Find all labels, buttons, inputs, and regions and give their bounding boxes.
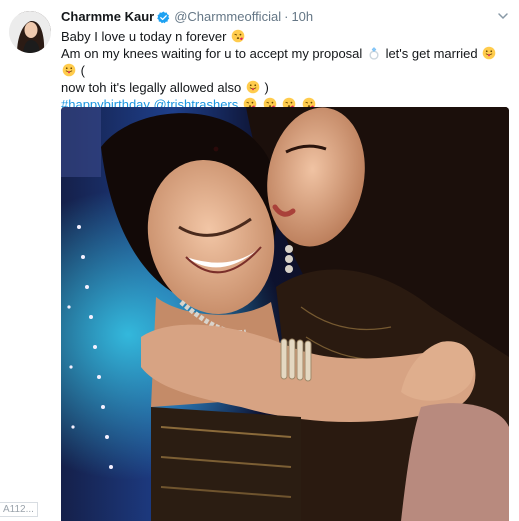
tweet-line-2b-text: let's get married [385,46,478,61]
tweet-card: Charmme Kaur @Charmmeofficial · 10h Baby… [0,0,519,521]
display-name[interactable]: Charmme Kaur [61,8,154,26]
watermark: A112... [0,502,38,517]
tweet-line-2a-text: Am on my knees waiting for u to accept m… [61,46,363,61]
ring-emoji-icon [369,47,379,60]
tweet-line-1-text: Baby I love u today n forever [61,29,227,44]
tweet-photo[interactable] [61,107,509,521]
tweet-line-2: Am on my knees waiting for u to accept m… [61,45,509,79]
avatar[interactable] [9,11,51,53]
face-with-tongue-emoji-icon [482,46,496,60]
tweet-header: Charmme Kaur @Charmmeofficial · 10h [61,8,509,26]
tweet-text: Baby I love u today n forever Am on my k… [61,28,509,113]
timestamp[interactable]: 10h [291,8,313,26]
chevron-down-icon[interactable] [497,10,509,22]
face-with-tongue-emoji-icon [246,80,260,94]
face-with-tongue-emoji-icon [62,63,76,77]
tweet-line-2c-text: ( [80,63,85,78]
tweet-content: Charmme Kaur @Charmmeofficial · 10h Baby… [61,8,509,113]
tweet-line-3b-text: ) [264,80,269,95]
handle[interactable]: @Charmmeofficial [174,8,281,26]
tweet-line-3a-text: now toh it's legally allowed also [61,80,242,95]
face-blowing-kiss-emoji-icon [231,29,245,43]
avatar-image [9,11,51,53]
separator-dot: · [284,9,289,24]
tweet-line-3: now toh it's legally allowed also ) [61,79,509,96]
tweet-line-1: Baby I love u today n forever [61,28,509,45]
photo-image [61,107,509,521]
verified-badge-icon [157,11,170,23]
